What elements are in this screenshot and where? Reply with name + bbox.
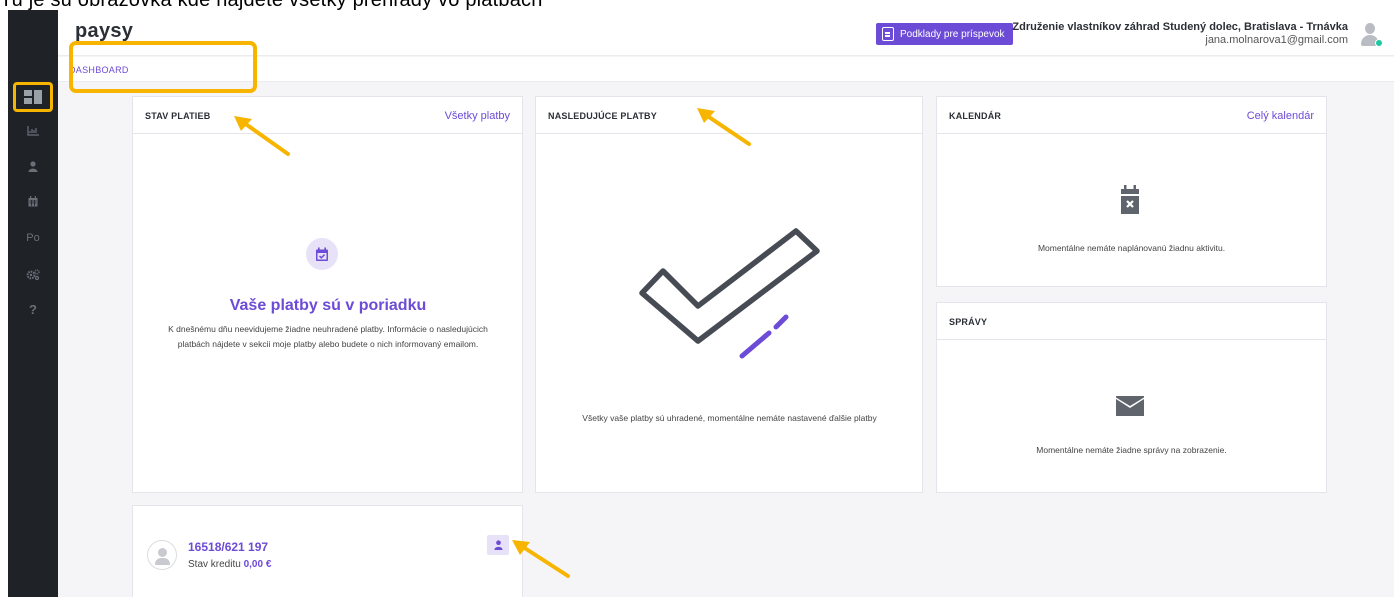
chart-icon (27, 126, 39, 136)
sidebar-item-dashboard[interactable] (13, 82, 53, 112)
top-header: paysy Podklady pre príspevok Združenie v… (58, 10, 1394, 56)
credit-label: Stav kreditu (188, 559, 241, 570)
user-icon (28, 160, 38, 172)
help-icon: ? (29, 301, 37, 317)
sidebar-item-po[interactable]: Po (18, 225, 48, 251)
calendar-check-icon (306, 238, 338, 270)
payment-status-card: STAV PLATIEB Všetky platby Vaše platby s… (132, 96, 523, 493)
full-calendar-link[interactable]: Celý kalendár (1247, 110, 1314, 122)
card-title: SPRÁVY (949, 317, 988, 327)
calendar-icon (28, 195, 38, 206)
document-icon (882, 27, 894, 41)
payments-ok-text: K dnešnému dňu neevidujeme žiadne neuhra… (168, 324, 488, 349)
card-header: KALENDÁR Celý kalendár (937, 97, 1326, 134)
sidebar-item-calendar[interactable] (18, 188, 48, 214)
organization-name[interactable]: Združenie vlastníkov záhrad Studený dole… (1012, 21, 1348, 33)
breadcrumb: DASHBOARD (58, 57, 1394, 82)
online-status-dot (1375, 39, 1383, 47)
account-card: 16518/621 197 Stav kreditu 0,00 € (132, 505, 523, 597)
credit-value: 0,00 € (243, 559, 272, 570)
sidebar: Po ? (8, 10, 58, 597)
paysy-logo[interactable]: paysy (75, 20, 133, 43)
annotation-arrow (234, 116, 290, 156)
instruction-text: Tu je sú obrazovka kde nájdete všetky pr… (0, 0, 543, 10)
user-icon (493, 540, 503, 550)
card-header: STAV PLATIEB Všetky platby (133, 97, 522, 134)
user-avatar[interactable] (1360, 23, 1383, 47)
breadcrumb-highlight-box (69, 41, 257, 93)
messages-empty-text: Momentálne nemáte žiadne správy na zobra… (1036, 445, 1227, 455)
card-title: KALENDÁR (949, 111, 1002, 121)
account-avatar (147, 540, 177, 570)
card-header: SPRÁVY (937, 303, 1326, 340)
upcoming-payments-text: Všetky vaše platby sú uhradené, momentál… (582, 413, 877, 423)
calendar-card: KALENDÁR Celý kalendár Momentálne nemáte… (936, 96, 1327, 287)
sidebar-item-chart[interactable] (18, 118, 48, 144)
annotation-arrow (512, 540, 570, 578)
settings-icon (26, 268, 40, 280)
po-icon: Po (26, 232, 40, 244)
credit-status: Stav kreditu 0,00 € (188, 559, 271, 570)
payments-ok-heading: Vaše platby sú v poriadku (229, 297, 427, 314)
card-title: STAV PLATIEB (145, 111, 211, 121)
account-number[interactable]: 16518/621 197 (188, 540, 268, 554)
podklady-button-label: Podklady pre príspevok (900, 28, 1005, 40)
all-payments-link[interactable]: Všetky platby (445, 110, 510, 122)
sidebar-item-user[interactable] (18, 153, 48, 179)
calendar-empty-text: Momentálne nemáte naplánovanú žiadnu akt… (1037, 243, 1226, 253)
envelope-icon (1116, 396, 1144, 416)
app-root: Tu je sú obrazovka kde nájdete všetky pr… (0, 0, 1394, 597)
podklady-button[interactable]: Podklady pre príspevok (876, 23, 1013, 45)
account-user-button[interactable] (487, 535, 509, 555)
big-checkmark-icon (639, 228, 820, 359)
user-email: jana.molnarova1@gmail.com (1205, 34, 1348, 46)
upcoming-payments-card: NASLEDUJÚCE PLATBY Všetky vaše platby sú… (535, 96, 923, 493)
sidebar-item-settings[interactable] (18, 261, 48, 287)
card-title: NASLEDUJÚCE PLATBY (548, 111, 657, 121)
messages-card: SPRÁVY Momentálne nemáte žiadne správy n… (936, 302, 1327, 493)
instruction-caption: Tu je sú obrazovka kde nájdete všetky pr… (0, 0, 1394, 10)
sidebar-item-help[interactable]: ? (18, 296, 48, 322)
dashboard-icon (24, 90, 42, 104)
annotation-arrow (697, 108, 751, 146)
left-margin (0, 10, 8, 597)
calendar-empty-icon (1121, 185, 1139, 214)
